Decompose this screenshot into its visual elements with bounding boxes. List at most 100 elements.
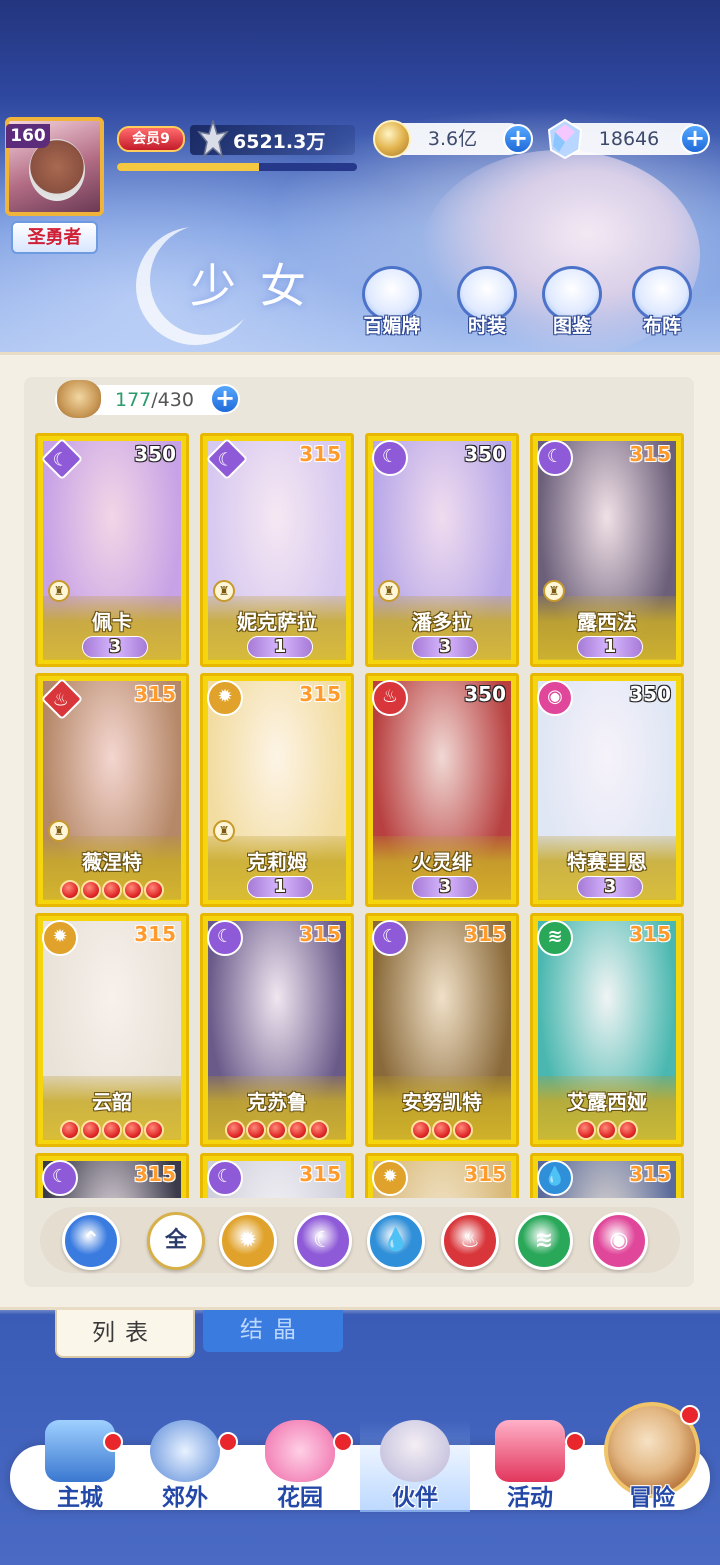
gem-icon — [547, 118, 583, 160]
star-icon — [597, 1119, 617, 1140]
heart-icon — [265, 1420, 335, 1482]
card-level: 315 — [299, 922, 341, 946]
hundred-charm-card-button[interactable]: 百媚牌 — [357, 266, 427, 338]
hundred-charm-card-label: 百媚牌 — [363, 315, 421, 337]
character-card[interactable]: 315 💧 — [530, 1153, 684, 1198]
add-gold-button[interactable]: + — [503, 124, 533, 154]
awaken-wings-badge: 1 — [247, 636, 313, 658]
add-gem-button[interactable]: + — [680, 124, 710, 154]
character-card[interactable]: 315 ✹ 云韶 — [35, 913, 189, 1147]
moon-element-icon: ☾ — [372, 440, 408, 476]
water-element-icon: 💧 — [537, 1160, 573, 1196]
card-level: 315 — [299, 682, 341, 706]
formation-button[interactable]: 布阵 — [627, 266, 697, 338]
costume-button[interactable]: 时装 — [452, 266, 522, 338]
portal-icon — [150, 1420, 220, 1482]
power-sword-icon — [197, 120, 229, 158]
player-title-badge[interactable]: 圣勇者 — [11, 221, 98, 254]
character-card[interactable]: 315 ✹ — [365, 1153, 519, 1198]
awaken-wings-badge: 3 — [412, 876, 478, 898]
filter-sun-button[interactable]: ✹ — [219, 1212, 277, 1270]
filter-fire-button[interactable]: ♨ — [441, 1212, 499, 1270]
nav-adventure[interactable]: 冒险 — [597, 1420, 707, 1512]
card-name: 露西法 — [577, 610, 637, 634]
card-level: 315 — [134, 682, 176, 706]
rook-role-icon: ♜ — [543, 580, 565, 602]
card-name: 佩卡 — [92, 610, 132, 634]
star-icon — [144, 1119, 164, 1140]
nav-suburbs-label: 郊外 — [162, 1485, 208, 1511]
page-title: 少女 — [190, 259, 330, 313]
card-level: 315 — [134, 922, 176, 946]
roster-count-text: 177/430 — [115, 389, 194, 411]
rook-role-icon: ♜ — [48, 580, 70, 602]
moon-element-icon: ☾ — [207, 920, 243, 956]
expand-roster-button[interactable]: + — [210, 384, 240, 414]
character-card[interactable]: 315 ☾ 克苏鲁 — [200, 913, 354, 1147]
card-level: 350 — [464, 682, 506, 706]
star-icon — [123, 1119, 143, 1140]
character-card[interactable]: 350 ◉ 特赛里恩 3 — [530, 673, 684, 907]
star-icon — [267, 1119, 287, 1140]
card-level: 315 — [299, 1162, 341, 1186]
rook-role-icon: ♜ — [48, 820, 70, 842]
character-card-grid: 350 ☾ ♜ 佩卡 3 315 ☾ ♜ 妮克萨拉 1 350 ☾ ♜ 潘多拉 3 315 ☾ ♜ 露西法 1 315 ♨… — [30, 430, 690, 1198]
nav-partners[interactable]: 伙伴 — [360, 1420, 470, 1512]
awaken-wings-badge: 3 — [82, 636, 148, 658]
rook-role-icon: ♜ — [213, 580, 235, 602]
character-card[interactable]: 315 ♨ ♜ 薇涅特 — [35, 673, 189, 907]
notification-dot — [218, 1432, 238, 1452]
card-name: 安努凯特 — [402, 1090, 482, 1114]
moon-element-icon: ☾ — [207, 1160, 243, 1196]
pink-element-icon: ◉ — [537, 680, 573, 716]
card-level: 350 — [464, 442, 506, 466]
character-card[interactable]: 350 ☾ ♜ 潘多拉 3 — [365, 433, 519, 667]
character-card[interactable]: 315 ☾ ♜ 露西法 1 — [530, 433, 684, 667]
card-name: 薇涅特 — [82, 850, 142, 874]
star-icon — [618, 1119, 638, 1140]
character-card[interactable]: 315 ☾ 安努凯特 — [365, 913, 519, 1147]
star-icon — [225, 1119, 245, 1140]
filter-wind-button[interactable]: ≋ — [515, 1212, 573, 1270]
nav-partners-label: 伙伴 — [392, 1485, 438, 1511]
sort-toggle-button[interactable]: ⌃ — [62, 1212, 120, 1270]
character-card[interactable]: 315 ☾ — [200, 1153, 354, 1198]
character-card[interactable]: 315 ✹ ♜ 克莉姆 1 — [200, 673, 354, 907]
filter-moon-button[interactable]: ☾ — [294, 1212, 352, 1270]
star-icon — [576, 1119, 596, 1140]
star-icon — [411, 1119, 431, 1140]
character-card[interactable]: 350 ♨ 火灵绯 3 — [365, 673, 519, 907]
formation-label: 布阵 — [642, 315, 681, 337]
exp-bar-fill — [117, 163, 259, 171]
star-rating — [368, 1119, 516, 1140]
star-icon — [81, 879, 101, 900]
character-card[interactable]: 315 ☾ ♜ 妮克萨拉 1 — [200, 433, 354, 667]
filter-water-button[interactable]: 💧 — [367, 1212, 425, 1270]
codex-label: 图鉴 — [552, 315, 591, 337]
character-card[interactable]: 315 ☾ — [35, 1153, 189, 1198]
filter-pink-button[interactable]: ◉ — [590, 1212, 648, 1270]
tab-list[interactable]: 列表 — [55, 1310, 195, 1358]
star-icon — [102, 1119, 122, 1140]
castle-icon — [45, 1420, 115, 1482]
notification-dot — [565, 1432, 585, 1452]
card-name: 克莉姆 — [247, 850, 307, 874]
codex-button[interactable]: 图鉴 — [537, 266, 607, 338]
character-card[interactable]: 315 ≋ 艾露西娅 — [530, 913, 684, 1147]
player-level-badge: 160 — [6, 124, 50, 148]
card-name: 特赛里恩 — [567, 850, 647, 874]
awaken-wings-badge: 1 — [577, 636, 643, 658]
card-name: 火灵绯 — [412, 850, 472, 874]
notification-dot — [333, 1432, 353, 1452]
star-rating — [38, 879, 186, 900]
gift-icon — [495, 1420, 565, 1482]
star-icon — [81, 1119, 101, 1140]
character-card[interactable]: 350 ☾ ♜ 佩卡 3 — [35, 433, 189, 667]
wind-element-icon: ≋ — [537, 920, 573, 956]
tab-crystal[interactable]: 结晶 — [203, 1310, 343, 1352]
costume-label: 时装 — [467, 315, 506, 337]
vip-badge[interactable]: 会员9 — [117, 126, 185, 152]
roster-count-max: /430 — [151, 389, 194, 411]
star-icon — [309, 1119, 329, 1140]
filter-all-button[interactable]: 全 — [147, 1212, 205, 1270]
